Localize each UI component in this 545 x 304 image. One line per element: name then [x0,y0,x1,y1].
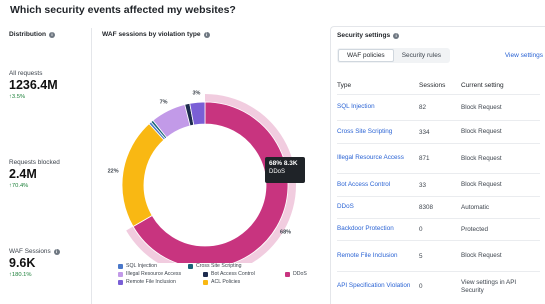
legend-item-sql-injection[interactable]: SQL Injection [118,263,188,269]
settings-table: SQL Injection 82 Block Request Cross Sit… [337,94,540,301]
metric-delta: ↑180.1% [9,272,32,278]
metric-label: WAF Sessions [9,248,51,255]
metric-delta: ↑3.5% [9,94,26,100]
row-sessions: 33 [419,181,427,189]
legend-label: Illegal Resource Access [126,271,182,277]
chart-tooltip: 68% 8.3K DDoS [265,157,305,183]
column-header-sessions: Sessions [419,82,446,89]
table-row: Cross Site Scripting 334 Block Request [337,120,540,143]
distribution-heading: Distribution i [9,31,91,38]
legend-label: DDoS [293,271,307,277]
row-setting: Automatic [461,203,489,211]
tab-security-rules[interactable]: Security rules [394,49,449,62]
legend-row: Illegal Resource Access Bot Access Contr… [118,270,323,278]
donut-label-ddos: 68% [280,230,291,236]
row-sessions: 0 [419,283,423,290]
row-setting: View settings in API Security [461,278,517,294]
distribution-heading-label: Distribution [9,31,46,38]
donut-label-acl-policies: 22% [108,169,119,175]
table-row: DDoS 8308 Automatic [337,196,540,218]
row-setting: Protected [461,225,488,233]
settings-tabs: WAF policies Security rules [337,48,451,63]
row-sessions: 8308 [419,204,434,211]
column-divider [91,28,92,304]
metric-all-requests: All requests 1236.4M ↑3.5% [9,70,58,100]
legend-swatch [118,271,123,277]
tab-waf-policies[interactable]: WAF policies [338,49,394,62]
table-row: Illegal Resource Access 871 Block Reques… [337,143,540,173]
row-type-link[interactable]: Illegal Resource Access [337,154,419,163]
legend-swatch [188,263,193,269]
tooltip-value: 68% 8.3K [269,160,298,167]
legend-item-remote-file-inclusion[interactable]: Remote File Inclusion [118,279,203,285]
row-type-link[interactable]: DDoS [337,203,419,212]
column-header-type: Type [337,82,352,89]
row-setting: Block Request [461,128,502,135]
metric-value: 1236.4M [9,78,58,92]
donut-label-illegal-resource-access: 7% [160,100,168,106]
row-sessions: 82 [419,104,427,111]
row-type-link[interactable]: Bot Access Control [337,181,419,190]
legend-swatch [203,279,208,285]
legend-label: Cross Site Scripting [196,263,242,269]
info-icon[interactable]: i [49,31,55,38]
legend-swatch [118,279,123,285]
legend-item-cross-site-scripting[interactable]: Cross Site Scripting [188,263,242,269]
page-title: Which security events affected my websit… [10,4,236,16]
legend-swatch [118,263,123,269]
metric-value: 9.6K [9,256,36,270]
legend-label: Remote File Inclusion [126,279,176,285]
legend-row: SQL Injection Cross Site Scripting [118,262,323,270]
table-row: SQL Injection 82 Block Request [337,94,540,120]
security-settings-heading: Security settings i [337,32,400,39]
legend-item-illegal-resource-access[interactable]: Illegal Resource Access [118,271,203,277]
metric-waf-sessions: WAF Sessions i 9.6K ↑180.1% [9,248,60,278]
row-type-link[interactable]: API Specification Violation [337,282,419,291]
column-header-setting: Current setting [461,82,504,89]
table-row: Bot Access Control 33 Block Request [337,173,540,196]
row-type-link[interactable]: Remote File Inclusion [337,252,419,261]
table-row: Remote File Inclusion 5 Block Request [337,240,540,271]
metric-requests-blocked: Requests blocked 2.4M ↑70.4% [9,159,60,189]
metric-label: All requests [9,70,43,77]
row-type-link[interactable]: Backdoor Protection [337,225,419,234]
legend-swatch [203,271,208,277]
metric-delta: ↑70.4% [9,183,29,189]
legend-label: SQL Injection [126,263,157,269]
donut-slice-acl-policies[interactable] [121,123,165,228]
legend-row: Remote File Inclusion ACL Policies [118,278,323,286]
legend-label: Bot Access Control [211,271,255,277]
table-row: API Specification Violation 0 View setti… [337,271,540,301]
row-sessions: 0 [419,226,423,233]
row-sessions: 871 [419,155,430,162]
metric-value: 2.4M [9,167,37,181]
row-type-link[interactable]: SQL Injection [337,103,419,112]
donut-label-remote-file-inclusion: 3% [192,90,200,96]
chart-legend: SQL Injection Cross Site Scripting Illeg… [118,262,323,286]
row-setting: Block Request [461,154,502,162]
distribution-panel: Distribution i All requests 1236.4M ↑3.5… [9,31,91,304]
legend-swatch [285,271,290,277]
metric-label: Requests blocked [9,159,60,166]
row-setting: Block Request [461,181,502,188]
tooltip-name: DDoS [269,169,286,175]
legend-item-acl-policies[interactable]: ACL Policies [203,279,240,285]
legend-item-bot-access-control[interactable]: Bot Access Control [203,271,285,277]
security-settings-heading-label: Security settings [337,32,391,39]
row-setting: Block Request [461,252,502,259]
legend-item-ddos[interactable]: DDoS [285,271,307,277]
waf-donut-chart[interactable]: 68% 22% 7% 3% [102,31,322,263]
security-settings-panel: Security settings i WAF policies Securit… [330,26,545,304]
legend-label: ACL Policies [211,279,241,285]
row-sessions: 334 [419,128,430,136]
row-sessions: 5 [419,252,423,260]
info-icon[interactable]: i [53,248,60,255]
metric-label-row: WAF Sessions i [9,248,60,255]
table-row: Backdoor Protection 0 Protected [337,218,540,240]
row-setting: Block Request [461,103,502,111]
table-header: Type Sessions Current setting [337,82,540,89]
row-type-link[interactable]: Cross Site Scripting [337,128,419,137]
view-settings-link[interactable]: View settings [505,52,543,59]
info-icon[interactable]: i [393,32,400,39]
